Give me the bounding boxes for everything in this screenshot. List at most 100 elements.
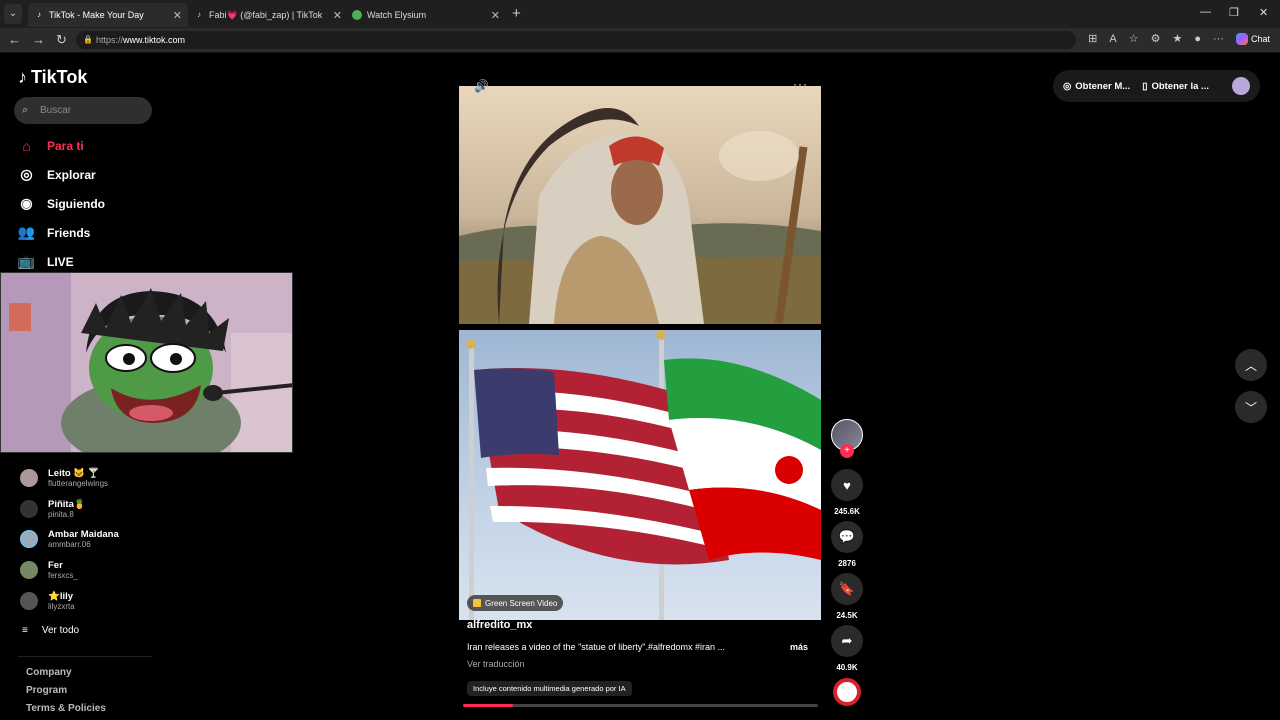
url-field[interactable]: 🔒 https://www.tiktok.com bbox=[76, 31, 1076, 49]
profile-avatar[interactable] bbox=[1232, 77, 1250, 95]
like-action[interactable]: ♥ 245.6K bbox=[831, 469, 863, 516]
tab-elysium[interactable]: Watch Elysium ✕ bbox=[346, 3, 506, 27]
compass-icon: ◎ bbox=[20, 166, 33, 182]
new-tab-icon[interactable]: + bbox=[512, 5, 521, 22]
friends-icon: 👥 bbox=[17, 224, 36, 240]
sidebar-item-explorar[interactable]: ◎ Explorar bbox=[18, 166, 95, 183]
see-all-label: Ver todo bbox=[41, 625, 80, 636]
green-screen-badge[interactable]: Green Screen Video bbox=[467, 595, 564, 611]
share-count: 40.9K bbox=[836, 663, 858, 672]
sidebar-item-friends[interactable]: 👥 Friends bbox=[17, 224, 91, 241]
sidebar-item-live[interactable]: 📺 LIVE bbox=[18, 253, 74, 270]
webcam-overlay bbox=[0, 272, 293, 453]
account-username: pinita.8 bbox=[48, 510, 74, 519]
phone-icon: ▯ bbox=[1142, 80, 1148, 92]
avatar bbox=[20, 561, 38, 579]
following-account[interactable]: Ambar Maidana ammbarr.06 bbox=[20, 529, 119, 549]
translate-icon[interactable]: A bbox=[1109, 33, 1116, 45]
footer-link-company[interactable]: Company bbox=[26, 667, 72, 678]
copilot-chat-button[interactable]: Chat bbox=[1235, 32, 1270, 45]
get-coins-label: Obtener M... bbox=[1075, 80, 1131, 92]
bookmark-icon[interactable]: 🔖 bbox=[831, 573, 863, 605]
close-tab-icon[interactable]: ✕ bbox=[491, 9, 500, 22]
lock-icon: 🔒 bbox=[83, 35, 93, 44]
get-app-label: Obtener la ... bbox=[1151, 80, 1209, 92]
account-username: ammbarr.06 bbox=[48, 540, 91, 549]
next-video-button[interactable]: ﹀ bbox=[1235, 391, 1267, 423]
sidebar-item-label: LIVE bbox=[47, 254, 74, 269]
close-tab-icon[interactable]: ✕ bbox=[333, 9, 342, 22]
share-action[interactable]: ➦ 40.9K bbox=[831, 625, 863, 672]
extensions-icon[interactable]: ⚙ bbox=[1151, 32, 1161, 45]
chevron-up-icon: ︿ bbox=[1244, 358, 1257, 373]
footer-link-program[interactable]: Program bbox=[26, 685, 67, 696]
favorite-star-icon[interactable]: ☆ bbox=[1129, 32, 1139, 45]
flags-image bbox=[466, 330, 821, 620]
account-name: ⭐lily bbox=[48, 591, 74, 602]
close-tab-icon[interactable]: ✕ bbox=[173, 9, 182, 22]
maximize-icon[interactable]: ❐ bbox=[1229, 6, 1239, 19]
search-input[interactable]: ⌕ Buscar bbox=[14, 97, 152, 124]
footer-link-terms[interactable]: Terms & Policies bbox=[26, 703, 106, 714]
get-coins-button[interactable]: ◎ Obtener M... bbox=[1063, 81, 1130, 92]
address-toolbar: ← → ↻ 🔒 https://www.tiktok.com ⊞ A ☆ ⚙ ★… bbox=[0, 28, 1280, 52]
tab-title: Watch Elysium bbox=[367, 10, 427, 20]
video-player[interactable] bbox=[459, 86, 821, 620]
like-count: 245.6K bbox=[834, 507, 860, 516]
logo-text: TikTok bbox=[31, 67, 88, 87]
close-window-icon[interactable]: ✕ bbox=[1259, 6, 1268, 19]
url-prefix: https:// bbox=[96, 35, 124, 45]
account-name: Leito 🐱 🍸 bbox=[48, 468, 100, 479]
follow-plus-icon[interactable]: + bbox=[840, 444, 854, 458]
video-author[interactable]: alfredito_mx bbox=[467, 619, 532, 631]
tab-tiktok[interactable]: ♪ TikTok - Make Your Day ✕ bbox=[28, 3, 188, 27]
save-action[interactable]: 🔖 24.5K bbox=[831, 573, 863, 620]
avatar bbox=[20, 530, 38, 548]
previous-video-button[interactable]: ︿ bbox=[1235, 349, 1267, 381]
more-menu-icon[interactable]: ··· bbox=[1213, 33, 1224, 45]
video-top-frame bbox=[459, 86, 821, 324]
frog-avatar-image bbox=[1, 273, 292, 452]
see-all-link[interactable]: ≡ Ver todo bbox=[22, 625, 79, 636]
more-description-button[interactable]: más bbox=[790, 642, 808, 652]
tiktok-favicon-icon: ♪ bbox=[37, 10, 41, 19]
url-host: www.tiktok.com bbox=[123, 35, 186, 45]
following-account[interactable]: Piñita🍍 pinita.8 bbox=[20, 499, 86, 519]
comment-action[interactable]: 💬 2876 bbox=[831, 521, 863, 568]
minimize-icon[interactable]: — bbox=[1200, 6, 1211, 18]
heart-icon[interactable]: ♥ bbox=[831, 469, 863, 501]
sidebar-item-siguiendo[interactable]: ◉ Siguiendo bbox=[18, 195, 105, 212]
favorites-icon[interactable]: ★ bbox=[1172, 32, 1182, 45]
sidebar-item-para-ti[interactable]: ⌂ Para ti bbox=[18, 137, 83, 154]
green-screen-icon bbox=[473, 599, 481, 607]
forward-icon[interactable]: → bbox=[32, 32, 45, 47]
search-icon: ⌕ bbox=[22, 104, 29, 116]
volume-icon[interactable]: 🔊 bbox=[474, 79, 489, 93]
account-username: flutterangelwings bbox=[48, 479, 109, 488]
list-icon: ≡ bbox=[22, 625, 28, 636]
back-icon[interactable]: ← bbox=[8, 32, 21, 47]
tab-title: Fabi💗 (@fabi_zap) | TikTok bbox=[209, 9, 323, 20]
share-icon[interactable]: ➦ bbox=[831, 625, 863, 657]
reload-icon[interactable]: ↻ bbox=[56, 32, 67, 48]
tab-fabi[interactable]: ♪ Fabi💗 (@fabi_zap) | TikTok ✕ bbox=[188, 3, 348, 27]
following-account[interactable]: Leito 🐱 🍸 flutterangelwings bbox=[20, 468, 108, 488]
music-disc-icon[interactable] bbox=[833, 678, 861, 706]
video-progress-bar[interactable] bbox=[463, 704, 818, 707]
get-app-button[interactable]: ▯ Obtener la ... bbox=[1142, 81, 1209, 92]
video-progress-fill bbox=[463, 704, 513, 707]
copilot-icon bbox=[1235, 32, 1248, 45]
tiktok-logo[interactable]: ♪ TikTok bbox=[18, 67, 87, 88]
app-icon[interactable]: ⊞ bbox=[1088, 32, 1097, 45]
following-account[interactable]: Fer fersxcs_ bbox=[20, 560, 78, 580]
translate-link[interactable]: Ver traducción bbox=[467, 659, 525, 669]
tab-list-button[interactable]: ⌄ bbox=[4, 4, 22, 24]
profile-icon[interactable]: ● bbox=[1194, 33, 1201, 45]
home-icon: ⌂ bbox=[22, 137, 31, 154]
following-account[interactable]: ⭐lily lilyzxrta bbox=[20, 591, 75, 611]
video-description: Iran releases a video of the "statue of … bbox=[467, 642, 726, 652]
comment-icon[interactable]: 💬 bbox=[831, 521, 863, 553]
account-name: Piñita🍍 bbox=[48, 499, 86, 510]
chat-label: Chat bbox=[1250, 33, 1270, 44]
more-options-icon[interactable]: ··· bbox=[793, 77, 808, 91]
